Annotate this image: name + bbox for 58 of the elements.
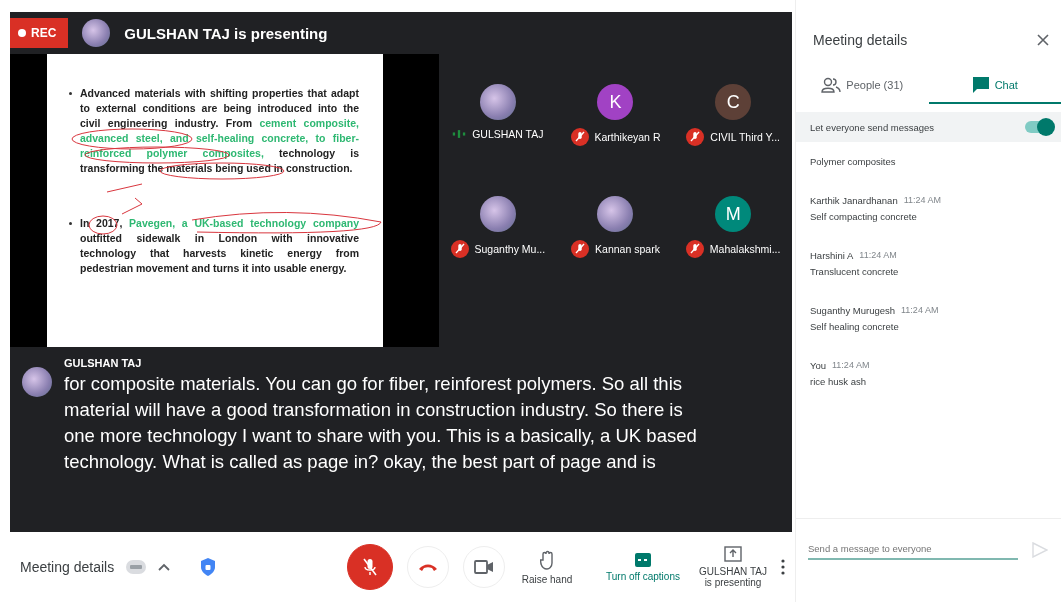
- camera-button[interactable]: [463, 546, 505, 588]
- presenter-status-text: GULSHAN TAJ is presenting: [124, 24, 328, 42]
- hand-icon: [540, 549, 554, 570]
- caption-text: for composite materials. You can go for fiber, reinforest polymers. So all this material will have a good transformation in construction industry. So there is one more technology I want to share with you. This is a basically, a UK based technology. What is called as page in? okay, the best part of page and is: [64, 372, 698, 474]
- message-text: Translucent concrete: [810, 266, 900, 277]
- message-time: 11:24 AM: [901, 305, 939, 316]
- message-sender: Karthik Janardhanan: [810, 195, 898, 206]
- avatar-photo-placeholder: [479, 84, 516, 120]
- recording-badge: REC: [10, 18, 69, 48]
- participant-name: CIVIL Third Y...: [710, 131, 780, 143]
- close-icon[interactable]: [1037, 34, 1049, 46]
- phone-icon: [418, 562, 438, 572]
- shield-lock-icon[interactable]: [200, 557, 217, 577]
- toggle-label: Let everyone send messages: [810, 121, 935, 133]
- mic-off-icon: [362, 557, 378, 577]
- avatar-photo-placeholder: [82, 19, 111, 47]
- speaker-name: GULSHAN TAJ: [64, 357, 143, 369]
- message-text: Self healing concrete: [810, 321, 900, 332]
- avatar: C: [715, 84, 752, 120]
- bullet-icon: [69, 92, 72, 95]
- people-icon: [821, 77, 842, 93]
- meeting-details-button[interactable]: Meeting details: [20, 559, 115, 575]
- message-text: Self compacting concrete: [810, 211, 918, 222]
- participant-name: Kannan spark: [595, 243, 660, 255]
- participant-name: GULSHAN TAJ: [472, 128, 544, 140]
- panel-tab[interactable]: People (31): [796, 70, 929, 104]
- avatar-photo-placeholder: [597, 196, 634, 232]
- message-time: 11:24 AM: [859, 250, 897, 261]
- captions-icon[interactable]: [126, 560, 147, 574]
- participant-name: Mahalakshmi...: [709, 243, 781, 255]
- panel-title: Meeting details: [813, 32, 908, 48]
- message-time: 11:24 AM: [903, 195, 942, 206]
- hang-up-button[interactable]: [407, 546, 449, 588]
- message-sender: Harshini A: [810, 250, 854, 261]
- chat-icon: [971, 76, 990, 94]
- toolbar-action-button[interactable]: GULSHAN TAJ is presenting: [697, 546, 769, 588]
- toolbar-action-button[interactable]: Turn off captions: [601, 552, 685, 582]
- panel-tab[interactable]: Chat: [928, 70, 1061, 104]
- avatar-photo-placeholder: [22, 367, 52, 397]
- participant-name: Karthikeyan R: [594, 131, 661, 143]
- avatar: M: [715, 196, 752, 232]
- more-options-icon[interactable]: [781, 559, 785, 575]
- avatar: K: [597, 84, 634, 120]
- camera-icon: [474, 560, 494, 574]
- caret-up-icon[interactable]: [158, 563, 171, 571]
- participant-name: Suganthy Mu...: [474, 243, 546, 255]
- message-sender: You: [810, 360, 827, 371]
- toggle-switch[interactable]: [1025, 121, 1053, 133]
- avatar-photo-placeholder: [479, 196, 516, 232]
- present-screen-icon: [724, 546, 742, 562]
- captions-icon: [635, 552, 651, 567]
- toolbar-action-button[interactable]: Raise hand: [505, 549, 589, 585]
- message-text: Polymer composites: [810, 156, 897, 167]
- bullet-icon: [69, 222, 72, 225]
- message-sender: Suganthy Murugesh: [810, 305, 896, 316]
- message-time: 11:24 AM: [832, 360, 870, 371]
- message-text: rice husk ash: [810, 376, 867, 387]
- microphone-button[interactable]: [347, 544, 393, 590]
